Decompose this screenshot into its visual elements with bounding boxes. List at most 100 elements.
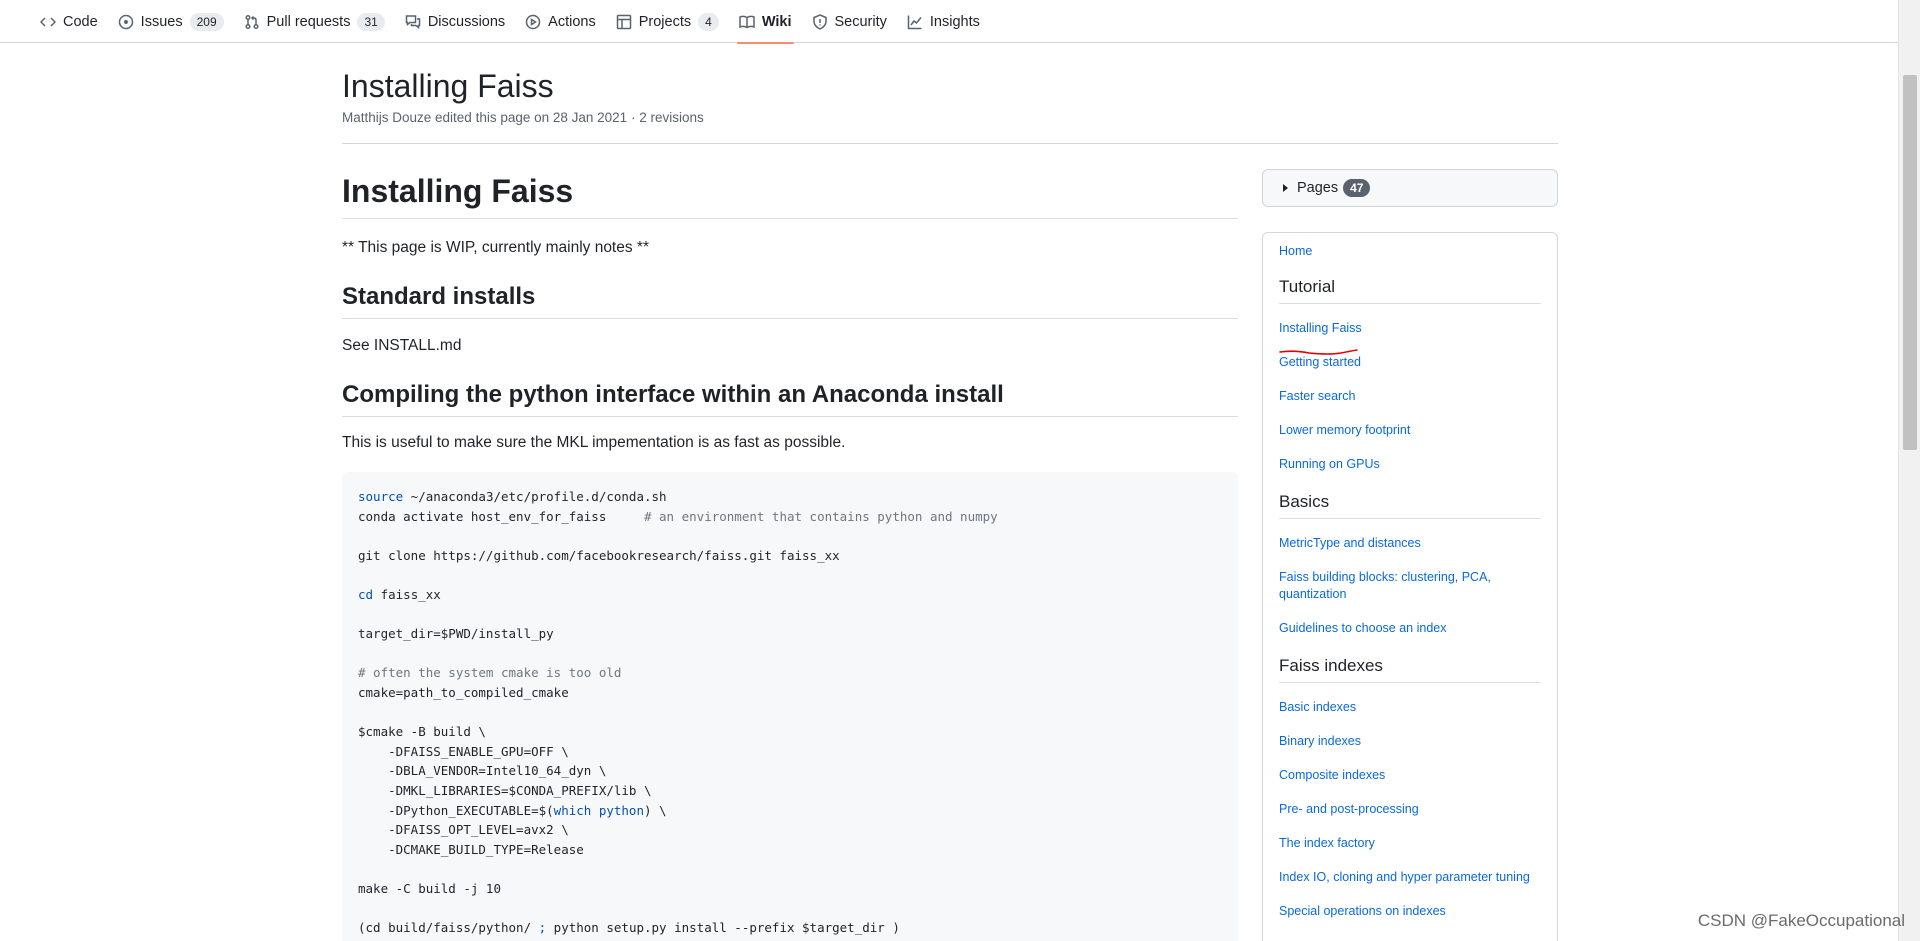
sidebar-link-lower-memory[interactable]: Lower memory footprint <box>1279 422 1541 439</box>
code-keyword: cd <box>358 586 374 602</box>
sidebar-link-home[interactable]: Home <box>1279 243 1541 260</box>
tab-label: Insights <box>929 13 980 30</box>
code-text: ) \ <box>643 802 667 818</box>
tab-label: Discussions <box>427 13 506 30</box>
code-blank <box>358 703 1222 723</box>
projects-counter: 4 <box>698 12 719 31</box>
code-line: conda activate host_env_for_faiss # an e… <box>358 507 1222 527</box>
tab-label: Code <box>63 13 98 30</box>
sidebar-link-index-factory[interactable]: The index factory <box>1279 835 1541 852</box>
page-scrollbar[interactable] <box>1898 0 1920 941</box>
tab-code[interactable]: Code <box>30 0 108 43</box>
sidebar-link-pre-post-processing[interactable]: Pre- and post-processing <box>1279 801 1541 818</box>
tab-insights[interactable]: Insights <box>897 0 990 43</box>
tab-security[interactable]: Security <box>802 0 897 43</box>
page-meta: Matthijs Douze edited this page on 28 Ja… <box>342 110 704 125</box>
code-line: $cmake -B build \ <box>358 724 486 740</box>
shield-icon <box>812 13 827 30</box>
tab-discussions[interactable]: Discussions <box>395 0 515 43</box>
issues-counter: 209 <box>189 12 224 31</box>
tab-label: Security <box>834 13 887 30</box>
code-blank <box>358 644 1222 664</box>
code-line: -DFAISS_OPT_LEVEL=avx2 \ <box>358 822 569 838</box>
code-blank <box>358 605 1222 625</box>
code-line: cmake=path_to_compiled_cmake <box>358 684 569 700</box>
sidebar-link-index-io[interactable]: Index IO, cloning and hyper parameter tu… <box>1279 869 1541 886</box>
sidebar-link-special-operations[interactable]: Special operations on indexes <box>1279 903 1541 920</box>
tab-label: Projects <box>638 13 692 30</box>
sidebar-link-basic-indexes[interactable]: Basic indexes <box>1279 699 1541 716</box>
code-keyword: source <box>358 489 404 504</box>
code-line: -DFAISS_ENABLE_GPU=OFF \ <box>358 743 569 759</box>
code-line: cd faiss_xx <box>358 585 1222 605</box>
code-text: faiss_xx <box>373 586 441 602</box>
code-blank <box>358 859 1222 879</box>
tab-label: Issues <box>140 13 183 30</box>
code-text: conda activate host_env_for_faiss <box>358 508 644 524</box>
tab-actions[interactable]: Actions <box>515 0 606 43</box>
tab-wiki[interactable]: Wiki <box>729 0 802 44</box>
code-blank <box>358 898 1222 918</box>
pages-label: Pages <box>1297 180 1339 196</box>
sidebar-link-running-gpus[interactable]: Running on GPUs <box>1279 456 1541 473</box>
tab-label: Actions <box>548 13 596 30</box>
wip-note: ** This page is WIP, currently mainly no… <box>342 239 649 256</box>
wiki-sidebar: Home Tutorial Installing Faiss Getting s… <box>1262 232 1558 941</box>
red-underline-annotation <box>1279 349 1358 355</box>
code-line: -DCMAKE_BUILD_TYPE=Release <box>358 841 584 857</box>
discussion-icon <box>405 14 421 29</box>
code-line: -DMKL_LIBRARIES=$CONDA_PREFIX/lib \ <box>358 782 652 798</box>
watermark: CSDN @FakeOccupational <box>1697 911 1905 930</box>
see-install-text: See INSTALL.md <box>342 337 462 354</box>
tab-label: Wiki <box>761 13 792 30</box>
code-line: -DPython_EXECUTABLE=$(which python) \ <box>358 801 1222 821</box>
header-divider <box>342 143 1558 144</box>
sidebar-link-faster-search[interactable]: Faster search <box>1279 388 1541 405</box>
wiki-page-header: Installing Faiss Matthijs Douze edited t… <box>342 66 1558 125</box>
pull-request-icon <box>245 14 259 29</box>
section-standard-installs: Standard installs <box>342 280 1238 319</box>
issue-icon <box>118 14 133 29</box>
code-line: git clone https://github.com/facebookres… <box>358 547 840 563</box>
sidebar-link-guidelines[interactable]: Guidelines to choose an index <box>1279 620 1541 637</box>
code-line: make -C build -j 10 <box>358 880 501 896</box>
code-line: target_dir=$PWD/install_py <box>358 626 554 642</box>
pages-toggle[interactable]: Pages 47 <box>1262 169 1558 207</box>
content-heading: Installing Faiss <box>342 168 1238 219</box>
wiki-content: Installing Faiss ** This page is WIP, cu… <box>342 168 1238 941</box>
graph-icon <box>907 15 922 29</box>
code-blank <box>358 526 1222 546</box>
play-icon <box>525 14 541 29</box>
pull-requests-counter: 31 <box>357 12 385 31</box>
tab-pull-requests[interactable]: Pull requests 31 <box>234 0 395 43</box>
code-line: -DBLA_VENDOR=Intel10_64_dyn \ <box>358 763 607 779</box>
tab-label: Pull requests <box>266 13 351 30</box>
tab-projects[interactable]: Projects 4 <box>606 0 729 43</box>
code-block[interactable]: source ~/anaconda3/etc/profile.d/conda.s… <box>342 472 1238 941</box>
code-text: python setup.py install --prefix $target… <box>546 920 900 936</box>
code-icon <box>40 16 56 27</box>
sidebar-link-installing-faiss[interactable]: Installing Faiss <box>1279 320 1541 337</box>
sidebar-link-binary-indexes[interactable]: Binary indexes <box>1279 733 1541 750</box>
sidebar-heading-tutorial: Tutorial <box>1279 275 1541 304</box>
sidebar-link-composite-indexes[interactable]: Composite indexes <box>1279 767 1541 784</box>
sidebar-link-metrictype[interactable]: MetricType and distances <box>1279 535 1541 552</box>
scrollbar-thumb[interactable] <box>1903 75 1917 450</box>
repo-tabs: Code Issues 209 Pull requests 31 Discuss… <box>30 0 990 44</box>
code-keyword: which python <box>553 802 644 818</box>
code-line: source ~/anaconda3/etc/profile.d/conda.s… <box>358 487 1222 507</box>
tab-issues[interactable]: Issues 209 <box>108 0 234 43</box>
sidebar-link-building-blocks[interactable]: Faiss building blocks: clustering, PCA, … <box>1279 569 1541 603</box>
table-icon <box>616 14 631 29</box>
code-text: (cd build/faiss/python/ <box>358 920 539 936</box>
section-compiling-python: Compiling the python interface within an… <box>342 378 1238 417</box>
pages-counter: 47 <box>1343 179 1371 197</box>
book-icon <box>739 15 755 28</box>
code-blank <box>358 565 1222 585</box>
code-line: (cd build/faiss/python/ ; python setup.p… <box>358 918 1222 938</box>
page-title: Installing Faiss <box>342 68 554 104</box>
sidebar-heading-basics: Basics <box>1279 490 1541 519</box>
code-text: ~/anaconda3/etc/profile.d/conda.sh <box>403 489 667 504</box>
code-comment: # often the system cmake is too old <box>358 665 622 681</box>
sidebar-heading-indexes: Faiss indexes <box>1279 654 1541 683</box>
